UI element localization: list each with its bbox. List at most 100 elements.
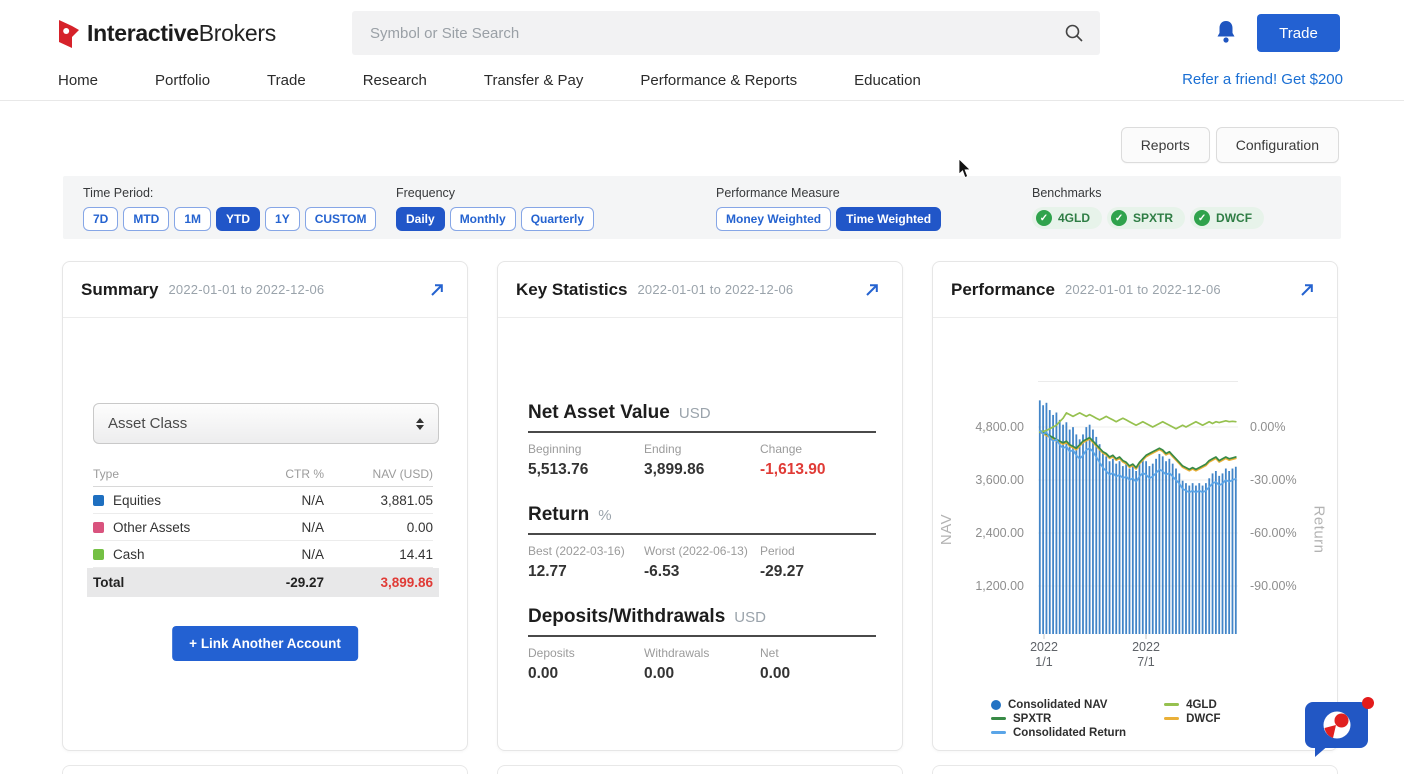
filter-button-daily[interactable]: Daily (396, 207, 445, 231)
benchmark-pill-dwcf[interactable]: ✓DWCF (1190, 207, 1264, 229)
x-tick-day: 7/1 (1116, 655, 1176, 670)
nav-item-research[interactable]: Research (363, 72, 427, 89)
col-ctr: CTR % (229, 467, 324, 481)
legend-marker-line (991, 731, 1006, 734)
filter-button-monthly[interactable]: Monthly (450, 207, 516, 231)
nav-item-trade[interactable]: Trade (267, 72, 306, 89)
legend-column: Consolidated NAVSPXTRConsolidated Return (991, 698, 1126, 739)
stat-heading-text: Net Asset Value (528, 402, 670, 424)
stat-worst-2022-06-13: Worst (2022-06-13)-6.53 (644, 544, 760, 581)
site-search-box (352, 11, 1100, 55)
table-total-row: Total -29.27 3,899.86 (87, 568, 439, 597)
notifications-bell-icon[interactable] (1215, 20, 1237, 44)
check-icon: ✓ (1036, 210, 1052, 226)
benchmark-label: 4GLD (1058, 211, 1090, 225)
trade-button[interactable]: Trade (1257, 14, 1340, 52)
reports-button[interactable]: Reports (1121, 127, 1210, 163)
row-type: Equities (93, 493, 229, 508)
performance-measure-label: Performance Measure (716, 186, 941, 200)
filter-button-ytd[interactable]: YTD (216, 207, 260, 231)
next-card-stub (932, 765, 1338, 774)
nav-axis-tick: 1,200.00 (950, 579, 1024, 593)
search-input[interactable] (352, 11, 1100, 55)
expand-icon[interactable] (1299, 282, 1315, 298)
return-axis-tick: 0.00% (1250, 420, 1285, 434)
link-another-account-button[interactable]: + Link Another Account (172, 626, 358, 661)
key-statistics-title: Key Statistics (516, 280, 628, 300)
row-ctr: N/A (229, 520, 324, 535)
col-nav: NAV (USD) (324, 467, 433, 481)
asset-class-value: Asset Class (108, 415, 416, 432)
filter-button-time-weighted[interactable]: Time Weighted (836, 207, 941, 231)
nav-axis-label: NAV (938, 514, 955, 545)
stat-value: 0.00 (528, 665, 644, 683)
search-icon[interactable] (1064, 23, 1084, 43)
stat-deposits: Deposits0.00 (528, 646, 644, 683)
performance-chart: 4,800.003,600.002,400.001,200.000.00%-30… (933, 318, 1337, 750)
stat-section-heading: Return% (528, 504, 876, 526)
stat-section-deposits-withdrawals: Deposits/WithdrawalsUSD Deposits0.00Withd… (528, 606, 876, 683)
x-axis-tick: 20227/1 (1116, 640, 1176, 670)
nav-item-portfolio[interactable]: Portfolio (155, 72, 210, 89)
legend-label: SPXTR (1013, 713, 1051, 725)
table-row-other-assets: Other AssetsN/A0.00 (93, 514, 433, 541)
asset-class-select[interactable]: Asset Class (93, 403, 439, 444)
filter-button-1m[interactable]: 1M (174, 207, 211, 231)
nav-item-education[interactable]: Education (854, 72, 921, 89)
refer-friend-link[interactable]: Refer a friend! Get $200 (1182, 71, 1343, 88)
chat-widget-button[interactable] (1303, 694, 1375, 758)
key-statistics-date-range: 2022-01-01 to 2022-12-06 (638, 282, 794, 297)
performance-measure-options: Money WeightedTime Weighted (716, 207, 941, 231)
legend-item-dwcf: DWCF (1164, 712, 1221, 725)
stat-values-row: Best (2022-03-16)12.77Worst (2022-06-13)… (528, 544, 876, 581)
frequency-options: DailyMonthlyQuarterly (396, 207, 594, 231)
asset-type-label: Other Assets (113, 520, 190, 535)
legend-marker-line (1164, 703, 1179, 706)
page-toolbar: Reports Configuration (1121, 127, 1339, 163)
stat-label: Best (2022-03-16) (528, 544, 644, 558)
performance-card-header: Performance 2022-01-01 to 2022-12-06 (933, 262, 1337, 318)
filter-button-1y[interactable]: 1Y (265, 207, 300, 231)
nav-item-transfer-pay[interactable]: Transfer & Pay (484, 72, 583, 89)
check-icon: ✓ (1194, 210, 1210, 226)
time-period-options: 7DMTD1MYTD1YCUSTOM (83, 207, 376, 231)
benchmark-pill-spxtr[interactable]: ✓SPXTR (1107, 207, 1185, 229)
performance-card: Performance 2022-01-01 to 2022-12-06 4,8… (932, 261, 1338, 751)
stat-value: -29.27 (760, 563, 876, 581)
nav-item-home[interactable]: Home (58, 72, 98, 89)
performance-measure-group: Performance Measure Money WeightedTime W… (716, 186, 941, 231)
filter-button-custom[interactable]: CUSTOM (305, 207, 377, 231)
filter-button-7d[interactable]: 7D (83, 207, 118, 231)
expand-icon[interactable] (864, 282, 880, 298)
stat-label: Withdrawals (644, 646, 760, 660)
next-card-stub (497, 765, 903, 774)
legend-marker-dot (991, 700, 1001, 710)
stat-section-return: Return% Best (2022-03-16)12.77Worst (2022… (528, 504, 876, 581)
asset-class-table: Type CTR % NAV (USD) EquitiesN/A3,881.05… (93, 462, 433, 597)
col-type: Type (93, 467, 229, 481)
nav-item-performance-reports[interactable]: Performance & Reports (640, 72, 797, 89)
benchmarks-options: ✓ 4GLD ✓SPXTR✓DWCF (1032, 207, 1264, 229)
legend-column: 4GLDDWCF (1164, 698, 1221, 739)
filter-button-mtd[interactable]: MTD (123, 207, 169, 231)
x-tick-year: 2022 (1116, 640, 1176, 655)
benchmark-pill-4gld[interactable]: ✓ 4GLD (1032, 207, 1102, 229)
legend-label: 4GLD (1186, 699, 1217, 711)
performance-title: Performance (951, 280, 1055, 300)
stat-ending: Ending3,899.86 (644, 442, 760, 479)
stat-section-heading: Deposits/WithdrawalsUSD (528, 606, 876, 628)
nav-axis-tick: 2,400.00 (950, 526, 1024, 540)
stat-unit: USD (679, 405, 711, 422)
stat-label: Net (760, 646, 876, 660)
stat-period: Period-29.27 (760, 544, 876, 581)
stat-unit: USD (734, 609, 766, 626)
row-ctr: N/A (229, 547, 324, 562)
interactive-brokers-logo[interactable]: InteractiveBrokers (58, 18, 276, 48)
filter-button-money-weighted[interactable]: Money Weighted (716, 207, 831, 231)
chat-notification-badge (1362, 697, 1374, 709)
configuration-button[interactable]: Configuration (1216, 127, 1339, 163)
expand-icon[interactable] (429, 282, 445, 298)
chart-legend: Consolidated NAVSPXTRConsolidated Return… (991, 698, 1221, 739)
select-updown-icon (416, 418, 424, 430)
filter-button-quarterly[interactable]: Quarterly (521, 207, 594, 231)
